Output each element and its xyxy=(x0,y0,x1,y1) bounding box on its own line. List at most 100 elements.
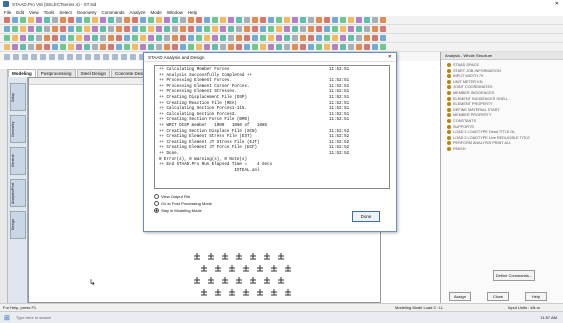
toolbar-button-icon[interactable] xyxy=(76,26,82,32)
toolbar-button-icon[interactable] xyxy=(324,17,330,23)
command-tree-item[interactable]: INPUT WIDTH 79 xyxy=(447,74,483,79)
select-tool-icon[interactable] xyxy=(103,53,109,60)
toolbar-button-icon[interactable] xyxy=(28,17,34,23)
toolbar-button-icon[interactable] xyxy=(164,26,170,32)
toolbar-button-icon[interactable] xyxy=(92,17,98,23)
toolbar-button-icon[interactable] xyxy=(372,35,378,41)
toolbar-button-icon[interactable] xyxy=(316,44,322,50)
toolbar-button-icon[interactable] xyxy=(148,44,154,50)
option-view-output[interactable]: View Output File xyxy=(154,194,190,199)
tab-steel-design[interactable]: Steel Design xyxy=(76,69,111,77)
select-tool-icon[interactable] xyxy=(49,53,55,60)
toolbar-button-icon[interactable] xyxy=(228,35,234,41)
select-tool-icon[interactable] xyxy=(85,53,91,60)
toolbar-button-icon[interactable] xyxy=(28,26,34,32)
toolbar-button-icon[interactable] xyxy=(348,17,354,23)
toolbar-button-icon[interactable] xyxy=(324,26,330,32)
toolbar-button-icon[interactable] xyxy=(284,44,290,50)
toolbar-button-icon[interactable] xyxy=(340,35,346,41)
select-tool-icon[interactable] xyxy=(112,53,118,60)
toolbar-button-icon[interactable] xyxy=(52,44,58,50)
toolbar-button-icon[interactable] xyxy=(76,44,82,50)
toolbar-button-icon[interactable] xyxy=(228,26,234,32)
toolbar-button-icon[interactable] xyxy=(68,44,74,50)
tab-postprocessing[interactable]: Postprocessing xyxy=(36,69,76,77)
toolbar-button-icon[interactable] xyxy=(284,17,290,23)
menu-mode[interactable]: Mode xyxy=(151,10,162,15)
toolbar-button-icon[interactable] xyxy=(132,17,138,23)
toolbar-button-icon[interactable] xyxy=(300,35,306,41)
toolbar-button-icon[interactable] xyxy=(380,35,386,41)
dialog-close-icon[interactable]: ✕ xyxy=(388,54,392,60)
toolbar-button-icon[interactable] xyxy=(276,44,282,50)
toolbar-button-icon[interactable] xyxy=(348,44,354,50)
toolbar-button-icon[interactable] xyxy=(372,26,378,32)
toolbar-button-icon[interactable] xyxy=(68,26,74,32)
toolbar-button-icon[interactable] xyxy=(324,35,330,41)
toolbar-button-icon[interactable] xyxy=(140,26,146,32)
side-tab-general[interactable]: General xyxy=(10,147,26,175)
toolbar-button-icon[interactable] xyxy=(332,35,338,41)
toolbar-button-icon[interactable] xyxy=(60,44,66,50)
toolbar-button-icon[interactable] xyxy=(340,44,346,50)
toolbar-button-icon[interactable] xyxy=(284,35,290,41)
menu-analyze[interactable]: Analyze xyxy=(130,10,146,15)
command-tree-item[interactable]: START JOB INFORMATION xyxy=(447,68,501,73)
toolbar-button-icon[interactable] xyxy=(124,44,130,50)
menu-view[interactable]: View xyxy=(29,10,39,15)
taskbar-search[interactable]: Type here to search xyxy=(16,315,51,320)
define-commands-button[interactable]: Define Commands... xyxy=(493,270,535,281)
side-tab-analysis-print[interactable]: Analysis/Print xyxy=(10,179,26,207)
toolbar-button-icon[interactable] xyxy=(332,44,338,50)
toolbar-button-icon[interactable] xyxy=(180,44,186,50)
toolbar-button-icon[interactable] xyxy=(300,17,306,23)
toolbar-button-icon[interactable] xyxy=(284,26,290,32)
toolbar-button-icon[interactable] xyxy=(260,17,266,23)
toolbar-button-icon[interactable] xyxy=(28,44,34,50)
toolbar-button-icon[interactable] xyxy=(108,17,114,23)
toolbar-button-icon[interactable] xyxy=(20,26,26,32)
select-tool-icon[interactable] xyxy=(130,53,136,60)
toolbar-button-icon[interactable] xyxy=(300,26,306,32)
command-tree-item[interactable]: ELEMENT INCIDENCES SHELL xyxy=(447,96,508,101)
toolbar-button-icon[interactable] xyxy=(300,44,306,50)
toolbar-button-icon[interactable] xyxy=(252,44,258,50)
close-icon[interactable]: ✕ xyxy=(555,1,559,7)
toolbar-button-icon[interactable] xyxy=(204,26,210,32)
toolbar-button-icon[interactable] xyxy=(332,26,338,32)
command-tree-item[interactable]: DEFINE MATERIAL START xyxy=(447,107,500,112)
select-tool-icon[interactable] xyxy=(94,53,100,60)
option-stay-modeling[interactable]: Stay in Modeling Mode xyxy=(154,208,202,213)
toolbar-button-icon[interactable] xyxy=(340,26,346,32)
side-tab-design[interactable]: Design xyxy=(10,211,26,239)
toolbar-button-icon[interactable] xyxy=(228,44,234,50)
toolbar-button-icon[interactable] xyxy=(364,17,370,23)
toolbar-button-icon[interactable] xyxy=(356,44,362,50)
toolbar-button-icon[interactable] xyxy=(228,17,234,23)
toolbar-button-icon[interactable] xyxy=(84,35,90,41)
toolbar-button-icon[interactable] xyxy=(212,44,218,50)
toolbar-button-icon[interactable] xyxy=(84,44,90,50)
toolbar-button-icon[interactable] xyxy=(156,17,162,23)
toolbar-button-icon[interactable] xyxy=(132,44,138,50)
toolbar-button-icon[interactable] xyxy=(364,44,370,50)
menu-file[interactable]: File xyxy=(4,10,11,15)
toolbar-button-icon[interactable] xyxy=(140,17,146,23)
toolbar-button-icon[interactable] xyxy=(308,44,314,50)
command-tree-item[interactable]: UNIT METER KN xyxy=(447,79,482,84)
toolbar-button-icon[interactable] xyxy=(292,17,298,23)
toolbar-button-icon[interactable] xyxy=(156,26,162,32)
menu-edit[interactable]: Edit xyxy=(16,10,24,15)
toolbar-button-icon[interactable] xyxy=(380,17,386,23)
toolbar-button-icon[interactable] xyxy=(52,17,58,23)
toolbar-button-icon[interactable] xyxy=(276,17,282,23)
toolbar-button-icon[interactable] xyxy=(132,35,138,41)
toolbar-button-icon[interactable] xyxy=(356,26,362,32)
toolbar-button-icon[interactable] xyxy=(380,26,386,32)
toolbar-button-icon[interactable] xyxy=(180,35,186,41)
toolbar-button-icon[interactable] xyxy=(316,26,322,32)
toolbar-button-icon[interactable] xyxy=(172,17,178,23)
toolbar-button-icon[interactable] xyxy=(236,26,242,32)
command-tree-item[interactable]: LOAD 1 LOADTYPE Dead TITLE DL xyxy=(447,130,515,135)
toolbar-button-icon[interactable] xyxy=(92,26,98,32)
